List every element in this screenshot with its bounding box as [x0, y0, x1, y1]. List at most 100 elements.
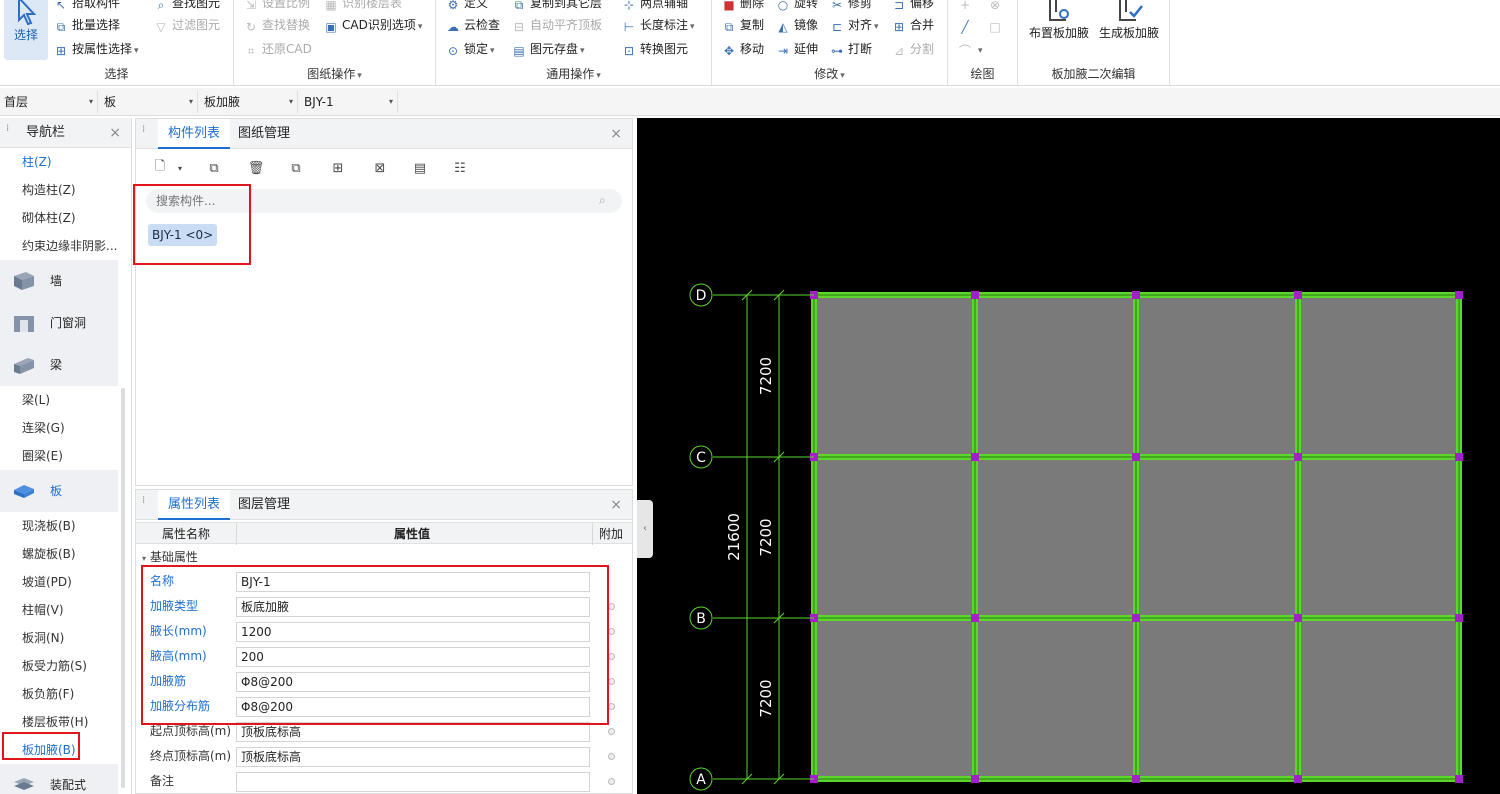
move-button[interactable]: ✥ 移动: [722, 40, 764, 58]
delete-component-button[interactable]: 🗑: [244, 157, 268, 179]
category-select[interactable]: 板 ▾: [100, 91, 198, 113]
nav-item-ring-beam[interactable]: 圈梁(E): [22, 446, 63, 466]
property-value-input[interactable]: 板底加腋: [236, 597, 590, 617]
property-value-input[interactable]: 1200: [236, 622, 590, 642]
draw-rect-button[interactable]: □: [988, 16, 1006, 34]
component-select[interactable]: BJY-1 ▾: [300, 91, 398, 113]
section-basic-properties[interactable]: ▾ 基础属性: [142, 548, 198, 565]
extra-checkbox[interactable]: [608, 653, 615, 660]
mirror-button[interactable]: ◭ 镜像: [776, 16, 818, 34]
nav-item-slab-negative-rebar[interactable]: 板负筋(F): [22, 684, 74, 704]
nav-item-column[interactable]: 柱(Z): [22, 152, 52, 172]
component-item-bjy1[interactable]: BJY-1 <0>: [148, 224, 218, 246]
select-by-property-button[interactable]: ⊞ 按属性选择 ▾: [54, 40, 139, 58]
drawing-group-label[interactable]: 图纸操作 ▾: [234, 65, 435, 82]
new-component-button[interactable]: 🗋: [148, 157, 172, 179]
nav-item-floor-slab-strip[interactable]: 楼层板带(H): [22, 712, 88, 732]
copy-to-other-floor-button[interactable]: ⧉ 复制到其它层: [512, 0, 602, 12]
lock-button[interactable]: ⊙ 锁定 ▾: [446, 40, 495, 58]
find-replace-button[interactable]: ↻ 查找替换: [244, 16, 310, 34]
set-scale-button[interactable]: ⇲ 设置比例: [244, 0, 310, 12]
select-button[interactable]: 选择: [4, 0, 48, 60]
property-value-input[interactable]: Φ8@200: [236, 672, 590, 692]
nav-cat-opening[interactable]: 门窗洞: [0, 302, 118, 344]
drawing-canvas[interactable]: D C B A 7200 7200 7200 21600: [637, 118, 1500, 794]
split-button[interactable]: ⊿ 分割: [892, 40, 934, 58]
trim-button[interactable]: ✂ 修剪: [830, 0, 872, 12]
search-input[interactable]: [146, 189, 622, 213]
draw-line-button[interactable]: ╱: [958, 16, 976, 34]
close-icon[interactable]: ×: [109, 118, 121, 148]
tab-component-list[interactable]: 构件列表: [158, 119, 231, 149]
modify-group-label[interactable]: 修改 ▾: [712, 65, 947, 82]
draw-circle-button[interactable]: ⊗: [988, 0, 1006, 12]
identify-floor-table-button[interactable]: ▦ 识别楼层表: [324, 0, 402, 12]
delete-button[interactable]: ■ 删除: [722, 0, 764, 12]
nav-item-column-cap[interactable]: 柱帽(V): [22, 600, 64, 620]
nav-item-slab-hole[interactable]: 板洞(N): [22, 628, 64, 648]
align-button[interactable]: ⊏ 对齐 ▾: [830, 16, 879, 34]
merge-button[interactable]: ⊞ 合并: [892, 16, 934, 34]
auto-align-top-button[interactable]: ⊟ 自动平齐顶板: [512, 16, 602, 34]
nav-scrollbar[interactable]: [121, 388, 125, 788]
nav-item-cast-slab[interactable]: 现浇板(B): [22, 516, 76, 536]
edit-component-button[interactable]: ⊠: [368, 157, 392, 179]
extend-button[interactable]: ⇥ 延伸: [776, 40, 818, 58]
nav-cat-wall[interactable]: 墙: [0, 260, 118, 302]
common-group-label[interactable]: 通用操作 ▾: [436, 65, 711, 82]
generate-haunch-button[interactable]: 生成板加腋: [1096, 0, 1162, 41]
type-select[interactable]: 板加腋 ▾: [200, 91, 298, 113]
draw-arc-button[interactable]: ⌒ ▾: [958, 40, 983, 58]
grip-icon[interactable]: ⁞: [142, 496, 148, 512]
two-point-axis-button[interactable]: ⊹ 两点辅轴: [622, 0, 688, 12]
nav-item-slab-main-rebar[interactable]: 板受力筋(S): [22, 656, 87, 676]
property-value-input[interactable]: 顶板底标高: [236, 722, 590, 742]
floor-select[interactable]: 首层 ▾: [0, 91, 98, 113]
tab-layer-management[interactable]: 图层管理: [228, 490, 300, 520]
nav-cat-beam[interactable]: 梁: [0, 344, 118, 386]
floor-copy-button[interactable]: ⊞: [326, 157, 350, 179]
extra-checkbox[interactable]: [608, 603, 615, 610]
convert-element-button[interactable]: ⊡ 转换图元: [622, 40, 688, 58]
display-button[interactable]: ▤: [408, 157, 432, 179]
floor-plan[interactable]: D C B A 7200 7200 7200 21600: [637, 118, 1500, 794]
cloud-check-button[interactable]: ☁ 云检查: [446, 16, 500, 34]
cad-options-button[interactable]: ▣ CAD识别选项 ▾: [324, 16, 422, 34]
nav-item-spiral-slab[interactable]: 螺旋板(B): [22, 544, 76, 564]
collapse-panel-handle[interactable]: ‹: [637, 500, 653, 558]
extra-checkbox[interactable]: [608, 628, 615, 635]
extra-checkbox[interactable]: [608, 778, 615, 785]
property-value-input[interactable]: Φ8@200: [236, 697, 590, 717]
property-value-input[interactable]: 200: [236, 647, 590, 667]
nav-cat-slab[interactable]: 板: [0, 470, 118, 512]
offset-button[interactable]: ⊐ 偏移: [892, 0, 934, 12]
grip-icon[interactable]: ⁞: [142, 125, 148, 141]
nav-item-masonry-column[interactable]: 砌体柱(Z): [22, 208, 76, 228]
tab-drawing-management[interactable]: 图纸管理: [228, 119, 300, 149]
filter-button[interactable]: ☷: [448, 157, 472, 179]
nav-item-coupling-beam[interactable]: 连梁(G): [22, 418, 65, 438]
batch-select-button[interactable]: ⧉ 批量选择: [54, 16, 120, 34]
close-icon[interactable]: ×: [610, 490, 622, 520]
restore-cad-button[interactable]: ⌗ 还原CAD: [244, 40, 312, 58]
extra-checkbox[interactable]: [608, 703, 615, 710]
extra-checkbox[interactable]: [608, 753, 615, 760]
property-value-input[interactable]: 顶板底标高: [236, 747, 590, 767]
rotate-button[interactable]: ○ 旋转: [776, 0, 818, 12]
length-dim-button[interactable]: ⊢ 长度标注 ▾: [622, 16, 695, 34]
copy-component-button[interactable]: ⧉: [202, 157, 226, 179]
nav-item-ramp[interactable]: 坡道(PD): [22, 572, 72, 592]
nav-cat-prefab[interactable]: 装配式: [0, 764, 118, 794]
search-icon[interactable]: ⌕: [599, 193, 606, 208]
grip-icon[interactable]: ⁞: [6, 124, 12, 140]
nav-item-constructional-column[interactable]: 构造柱(Z): [22, 180, 76, 200]
extra-checkbox[interactable]: [608, 728, 615, 735]
pick-component-button[interactable]: ↖ 拾取构件: [54, 0, 120, 12]
new-dropdown-button[interactable]: ▾: [174, 157, 186, 179]
property-value-input[interactable]: BJY-1: [236, 572, 590, 592]
find-element-button[interactable]: ⌕ 查找图元: [154, 0, 220, 12]
layer-copy-button[interactable]: ⧉: [284, 157, 308, 179]
nav-item-slab-haunch[interactable]: 板加腋(B): [22, 740, 76, 760]
extra-checkbox[interactable]: [608, 678, 615, 685]
define-button[interactable]: ⚙ 定义: [446, 0, 488, 12]
